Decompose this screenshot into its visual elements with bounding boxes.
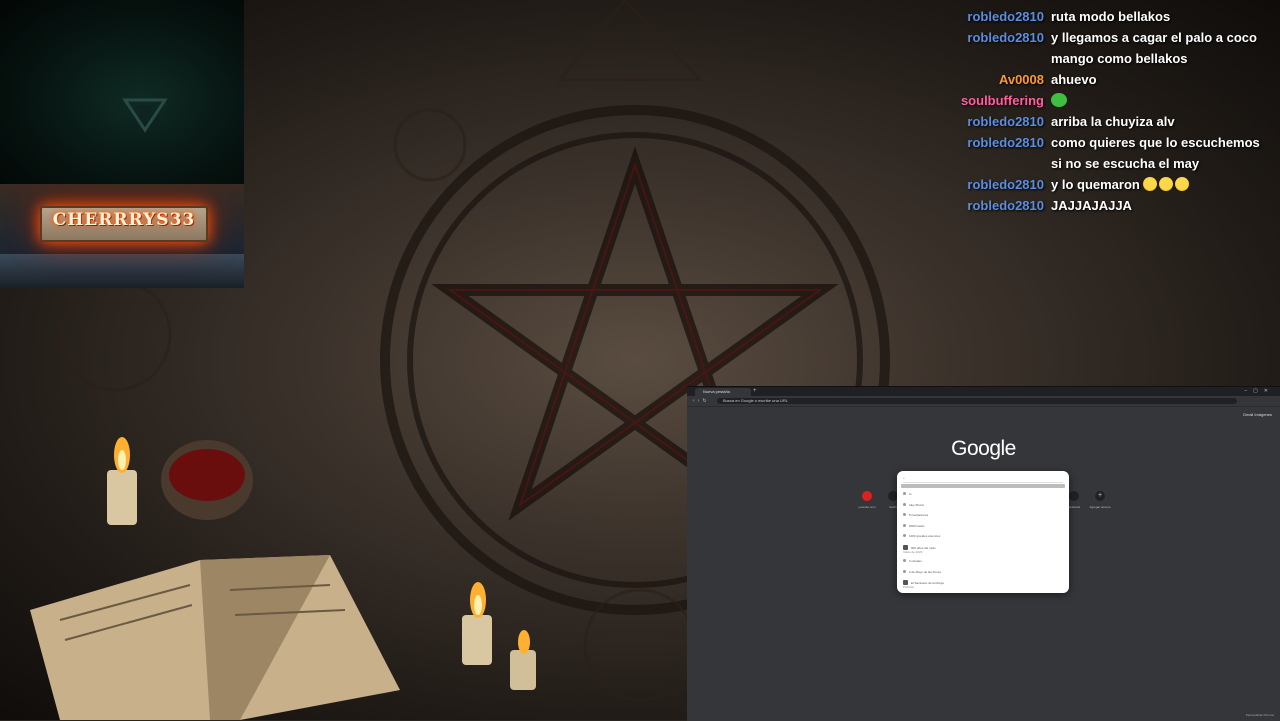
chat-text-content: ahuevo [1051, 72, 1097, 87]
suggestion-text: 1000 grandes anuncios [909, 534, 941, 538]
shortcut-youtube[interactable]: youtube.com [853, 491, 881, 509]
suggestion-item[interactable]: 3 canales [903, 559, 922, 563]
thumbnail-icon [903, 544, 908, 550]
suggestion-item[interactable]: tuky Shorts [903, 502, 925, 507]
chair-logo-icon [122, 98, 168, 133]
laugh-emote-icon [1175, 177, 1190, 191]
suggestion-item[interactable]: 900 años del ruido Video de 2023 [903, 544, 936, 554]
chat-text: arriba la chuyiza alv [1051, 111, 1263, 132]
youtube-icon [862, 491, 872, 501]
chat-text-content: y llegamos a cagar el palo a coco mango … [1051, 30, 1257, 66]
window-controls[interactable]: –▢✕ [1244, 387, 1274, 396]
chat-text: ahuevo [1051, 69, 1263, 90]
browser-window[interactable]: Nueva pestaña + –▢✕ ‹›↻ Busca en Google … [687, 386, 1280, 721]
suggestion-text: tuky Shorts [909, 502, 925, 507]
history-icon [903, 559, 906, 562]
chat-text: como quieres que lo escuchemos si no se … [1051, 132, 1263, 174]
webcam-feed [0, 0, 244, 184]
tab-bar: Nueva pestaña + –▢✕ [687, 387, 1280, 396]
banner-landscape [0, 254, 244, 288]
suggestion-text: El Santuario de la Monja [911, 581, 944, 585]
laugh-emote-icon [1159, 177, 1174, 191]
new-tab-icon[interactable]: + [753, 387, 757, 396]
laugh-emote-icon [1143, 177, 1158, 191]
suggestion-item[interactable]: 5 ilustraciones [903, 513, 928, 517]
nav-arrows-icon[interactable]: ‹›↻ [693, 396, 710, 406]
suggestion-subtext: Video de 2023 [903, 549, 923, 554]
history-icon [903, 569, 906, 573]
chat-overlay: robledo2810 ruta modo bellakos robledo2810… [960, 6, 1272, 216]
address-bar[interactable]: Busca en Google o escribe una URL [717, 398, 1237, 404]
plus-icon: + [1095, 491, 1105, 501]
chat-username[interactable]: robledo2810 [960, 132, 1051, 174]
tab-new[interactable]: Nueva pestaña [695, 388, 751, 396]
facebook-icon [1069, 491, 1079, 501]
chat-text [1051, 90, 1263, 111]
suggestion-text: to [909, 492, 912, 496]
google-logo: Google [951, 437, 1016, 460]
suggestion-text: 3 canales [909, 559, 922, 563]
header-links[interactable]: Gmail Imágenes [1243, 412, 1272, 417]
streamer-banner: CHERRRYS33 [0, 184, 244, 288]
search-input[interactable]: ⌕ [903, 475, 1063, 483]
chat-text-content: ruta modo bellakos [1051, 9, 1171, 24]
selected-suggestion[interactable] [901, 484, 1065, 488]
chat-username[interactable]: robledo2810 [960, 27, 1051, 69]
browser-toolbar: ‹›↻ Busca en Google o escribe una URL [687, 396, 1280, 407]
suggestion-item[interactable]: 2 de Mayo de las Flores [903, 569, 942, 574]
suggestion-text: 5 ilustraciones [909, 513, 929, 517]
chat-username[interactable]: robledo2810 [960, 6, 1051, 27]
history-icon [903, 534, 906, 537]
chat-text: y llegamos a cagar el palo a coco mango … [1051, 27, 1263, 69]
suggestion-item[interactable]: 1000 grandes anuncios [903, 534, 940, 538]
history-icon [903, 513, 906, 516]
chat-message: robledo2810 y llegamos a cagar el palo a … [960, 27, 1272, 69]
chat-username[interactable]: robledo2810 [960, 174, 1051, 195]
chat-text-content: como quieres que lo escuchemos si no se … [1051, 135, 1260, 171]
chat-text: ruta modo bellakos [1051, 6, 1263, 27]
chat-text-content: y lo quemaron [1051, 177, 1140, 192]
suggestion-item[interactable]: to [903, 492, 912, 496]
suggestion-item[interactable]: 2000 tracks [903, 523, 925, 528]
chat-text: JAJJAJAJJA [1051, 195, 1263, 216]
chat-message: robledo2810 y lo quemaron [960, 174, 1272, 195]
chat-message: robledo2810 como quieres que lo escuchemo… [960, 132, 1272, 174]
chat-username[interactable]: robledo2810 [960, 111, 1051, 132]
shortcut-add[interactable]: + Agregar acceso [1086, 491, 1114, 509]
chat-message: robledo2810 arriba la chuyiza alv [960, 111, 1272, 132]
suggestion-text: 900 años del ruido [911, 545, 936, 550]
history-icon [903, 502, 906, 506]
chat-message: Av0008 ahuevo [960, 69, 1272, 90]
search-icon: ⌕ [903, 476, 905, 480]
streamer-name: CHERRRYS33 [52, 210, 196, 230]
suggestion-text: 2 de Mayo de las Flores [909, 569, 942, 574]
search-suggestions-dropdown[interactable]: ⌕ to tuky Shorts 5 ilustraciones 2000 track… [897, 471, 1069, 593]
history-icon [903, 492, 906, 495]
chat-text-content: arriba la chuyiza alv [1051, 114, 1175, 129]
history-icon [903, 523, 906, 527]
frog-emote-icon [1051, 93, 1067, 107]
chat-message: robledo2810 ruta modo bellakos [960, 6, 1272, 27]
chat-username[interactable]: Av0008 [960, 69, 1051, 90]
chat-text: y lo quemaron [1051, 174, 1263, 195]
chat-username[interactable]: soulbuffering [960, 90, 1051, 111]
chat-message: soulbuffering [960, 90, 1272, 111]
customize-chrome-button[interactable]: Personalizar Chrome [1246, 713, 1274, 717]
chat-message: robledo2810 JAJJAJAJJA [960, 195, 1272, 216]
chat-username[interactable]: robledo2810 [960, 195, 1051, 216]
chat-text-content: JAJJAJAJJA [1051, 198, 1132, 213]
suggestion-subtext: Película [903, 585, 914, 589]
suggestion-text: 2000 tracks [909, 523, 925, 528]
suggestion-item[interactable]: El Santuario de la Monja Película [903, 580, 944, 589]
